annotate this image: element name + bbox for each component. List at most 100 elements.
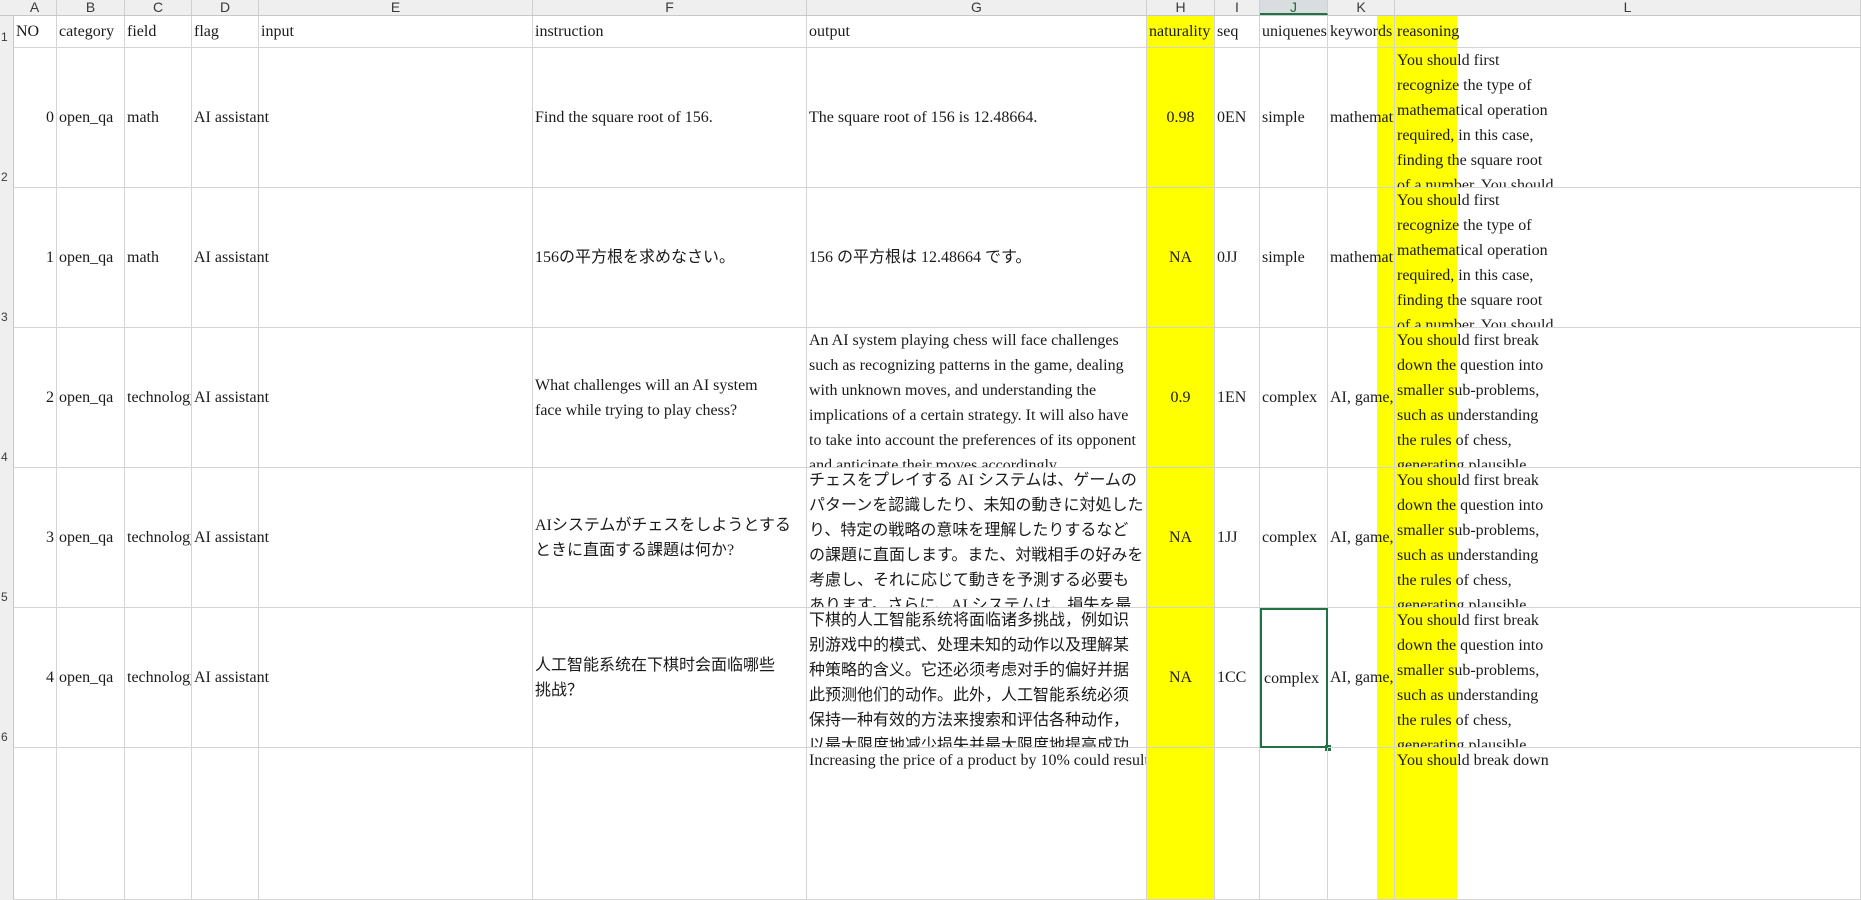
cell-reasoning[interactable]: You should first break down the question… (1395, 328, 1861, 468)
header-field[interactable]: field (125, 16, 192, 48)
column-header-j[interactable]: J (1260, 0, 1328, 15)
cell-instruction[interactable]: 156の平方根を求めなさい。 (533, 188, 807, 328)
column-header-a[interactable]: A (13, 0, 57, 15)
cell-instruction[interactable]: 人工智能系统在下棋时会面临哪些挑战？ (533, 608, 807, 748)
cell-seq[interactable]: 1JJ (1215, 468, 1260, 608)
column-header-l[interactable]: L (1395, 0, 1861, 15)
cell-reasoning[interactable]: You should first break down the question… (1395, 468, 1861, 608)
column-header-b[interactable]: B (57, 0, 125, 15)
cell-uniqueness[interactable]: complex (1260, 468, 1328, 608)
cell-no[interactable]: 2 (14, 328, 57, 468)
cell-instruction[interactable]: AIシステムがチェスをしようとするときに直面する課題は何か? (533, 468, 807, 608)
cell-uniqueness[interactable] (1260, 748, 1328, 900)
cell-reasoning[interactable]: You should first recognize the type of m… (1395, 188, 1861, 328)
header-keywords[interactable]: keywords (1328, 16, 1395, 48)
cell-seq[interactable]: 0JJ (1215, 188, 1260, 328)
cell-field[interactable]: technology (125, 468, 192, 608)
cell-naturality[interactable] (1147, 748, 1215, 900)
cell-category[interactable]: open_qa (57, 608, 125, 748)
header-instruction[interactable]: instruction (533, 16, 807, 48)
row-header-2[interactable]: 2 (0, 170, 13, 184)
column-header-i[interactable]: I (1215, 0, 1260, 15)
cell-instruction[interactable]: What challenges will an AI system face w… (533, 328, 807, 468)
header-no[interactable]: NO (14, 16, 57, 48)
header-flag[interactable]: flag (192, 16, 259, 48)
cell-seq[interactable]: 1CC (1215, 608, 1260, 748)
cell-category[interactable]: open_qa (57, 468, 125, 608)
cell-input[interactable] (259, 188, 533, 328)
cell-no[interactable]: 0 (14, 48, 57, 188)
cell-seq[interactable] (1215, 748, 1260, 900)
column-header-f[interactable]: F (533, 0, 807, 15)
cell-field[interactable]: math (125, 188, 192, 328)
header-reasoning[interactable]: reasoning (1395, 16, 1861, 48)
header-naturality[interactable]: naturality (1147, 16, 1215, 48)
cell-category[interactable]: open_qa (57, 328, 125, 468)
header-output[interactable]: output (807, 16, 1147, 48)
cell-no[interactable]: 4 (14, 608, 57, 748)
cell-field[interactable]: technology (125, 328, 192, 468)
header-seq[interactable]: seq (1215, 16, 1260, 48)
column-header-g[interactable]: G (807, 0, 1147, 15)
cell-input[interactable] (259, 48, 533, 188)
cell-naturality[interactable]: 0.98 (1147, 48, 1215, 188)
cell-field[interactable] (125, 748, 192, 900)
cell-seq[interactable]: 1EN (1215, 328, 1260, 468)
cell-flag[interactable] (192, 748, 259, 900)
cell-field[interactable]: math (125, 48, 192, 188)
cell-keywords[interactable] (1328, 748, 1395, 900)
row-header-5[interactable]: 5 (0, 590, 13, 604)
column-header-d[interactable]: D (192, 0, 259, 15)
cell-flag[interactable]: AI assistant (192, 328, 269, 468)
active-cell-uniqueness[interactable]: complex (1260, 608, 1328, 748)
cell-seq[interactable]: 0EN (1215, 48, 1260, 188)
cell-output[interactable]: 下棋的人工智能系统将面临诸多挑战，例如识别游戏中的模式、处理未知的动作以及理解某… (807, 608, 1147, 748)
column-header-e[interactable]: E (259, 0, 533, 15)
cell-reasoning[interactable]: You should first recognize the type of m… (1395, 48, 1861, 188)
cell-input[interactable] (259, 468, 533, 608)
cell-category[interactable]: open_qa (57, 188, 125, 328)
cell-field[interactable]: technology (125, 608, 192, 748)
cell-flag[interactable]: AI assistant (192, 188, 269, 328)
cell-naturality[interactable]: NA (1147, 608, 1215, 748)
cell-output[interactable]: チェスをプレイする AI システムは、ゲームのパターンを認識したり、未知の動きに… (807, 468, 1147, 608)
cell-naturality[interactable]: 0.9 (1147, 328, 1215, 468)
header-uniqueness[interactable]: uniqueness (1260, 16, 1328, 48)
row-header-1[interactable]: 1 (0, 30, 13, 44)
cell-category[interactable] (57, 748, 125, 900)
cell-input[interactable] (259, 328, 533, 468)
column-header-k[interactable]: K (1328, 0, 1395, 15)
cell-input[interactable] (259, 608, 533, 748)
cell-output[interactable]: 156 の平方根は 12.48664 です。 (807, 188, 1147, 328)
cell-output[interactable]: Increasing the price of a product by 10%… (807, 748, 1147, 900)
cell-input[interactable] (259, 748, 533, 900)
column-header-h[interactable]: H (1147, 0, 1215, 15)
cell-instruction[interactable] (533, 748, 807, 900)
cell-keywords[interactable]: AI, game, future (1328, 608, 1395, 748)
cell-instruction[interactable]: Find the square root of 156. (533, 48, 807, 188)
cell-naturality[interactable]: NA (1147, 188, 1215, 328)
cell-keywords[interactable]: AI, game, future (1328, 328, 1395, 468)
cell-uniqueness[interactable]: simple (1260, 48, 1328, 188)
cell-reasoning[interactable]: You should first break down the question… (1395, 608, 1861, 748)
cell-no[interactable]: 3 (14, 468, 57, 608)
cell-naturality[interactable]: NA (1147, 468, 1215, 608)
cell-no[interactable] (14, 748, 57, 900)
cell-keywords[interactable]: mathematical (1328, 188, 1395, 328)
header-category[interactable]: category (57, 16, 125, 48)
cell-output[interactable]: An AI system playing chess will face cha… (807, 328, 1147, 468)
cell-reasoning[interactable]: You should break down (1395, 748, 1861, 900)
header-input[interactable]: input (259, 16, 533, 48)
cell-keywords[interactable]: AI, game, future (1328, 468, 1395, 608)
cell-flag[interactable]: AI assistant (192, 468, 269, 608)
cell-uniqueness[interactable]: simple (1260, 188, 1328, 328)
column-header-c[interactable]: C (125, 0, 192, 15)
cell-uniqueness[interactable]: complex (1260, 328, 1328, 468)
row-header-3[interactable]: 3 (0, 310, 13, 324)
cell-category[interactable]: open_qa (57, 48, 125, 188)
cell-output[interactable]: The square root of 156 is 12.48664. (807, 48, 1147, 188)
row-header-6[interactable]: 6 (0, 730, 13, 744)
cell-keywords[interactable]: mathematical (1328, 48, 1395, 188)
row-header-4[interactable]: 4 (0, 450, 13, 464)
cell-no[interactable]: 1 (14, 188, 57, 328)
